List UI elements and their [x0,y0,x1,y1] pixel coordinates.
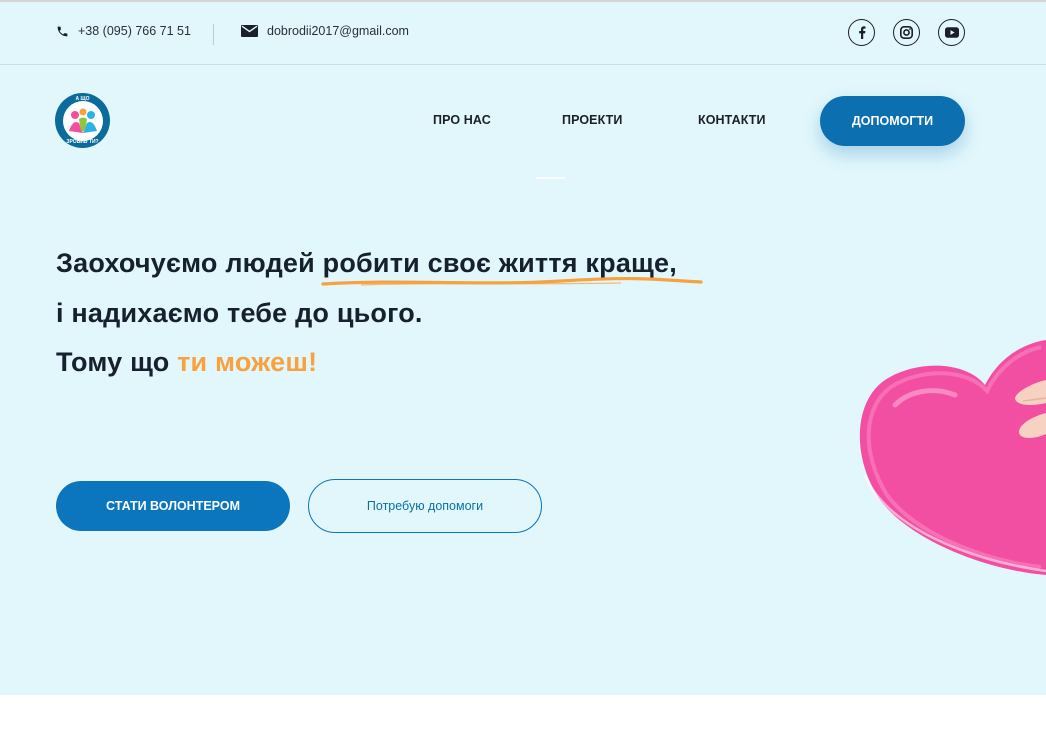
headline-line-3: Тому що ти можеш! [56,347,317,378]
mail-icon [241,25,258,37]
nav-about[interactable]: ПРО НАС [433,113,491,127]
headline-line-1: Заохочуємо людей робити своє життя краще… [56,248,703,286]
headline-line-1-start: Заохочуємо людей [56,248,323,278]
nav-projects[interactable]: ПРОЕКТИ [562,113,622,127]
people-emblem-icon [68,108,97,133]
brush-underline [321,276,703,286]
email-address: dobrodii2017@gmail.com [267,24,409,38]
help-button[interactable]: ДОПОМОГТИ [820,96,965,146]
topbar: +38 (095) 766 71 51 dobrodii2017@gmail.c… [0,2,1046,65]
phone-number: +38 (095) 766 71 51 [78,24,191,38]
headline-line-3-start: Тому що [56,347,178,377]
logo-emblem [62,100,103,141]
youtube-icon [944,27,959,38]
facebook-icon [858,26,865,39]
heart-hands-illustration [859,340,1046,575]
become-volunteer-button[interactable]: СТАТИ ВОЛОНТЕРОМ [56,481,290,531]
highlighted-phrase: робити своє життя краще, [321,248,703,286]
headline-line-1-highlight: робити своє життя краще, [322,248,677,278]
email-contact[interactable]: dobrodii2017@gmail.com [241,24,409,38]
decorative-dash [536,177,566,179]
nav-contacts[interactable]: КОНТАКТИ [698,113,766,127]
facebook-link[interactable] [848,19,875,46]
instagram-icon [900,26,913,39]
youtube-link[interactable] [938,19,965,46]
need-help-button[interactable]: Потребую допомоги [308,479,542,533]
headline-line-2: і надихаємо тебе до цього. [56,298,423,328]
site-logo[interactable]: А ЩО ЗРОБИВ ТИ? [55,93,110,148]
contact-separator [213,24,214,45]
instagram-link[interactable] [893,19,920,46]
logo-bottom-text: ЗРОБИВ ТИ? [66,139,99,145]
phone-icon [57,26,68,36]
headline-accent: ти можеш! [177,347,318,377]
phone-contact[interactable]: +38 (095) 766 71 51 [56,24,191,38]
